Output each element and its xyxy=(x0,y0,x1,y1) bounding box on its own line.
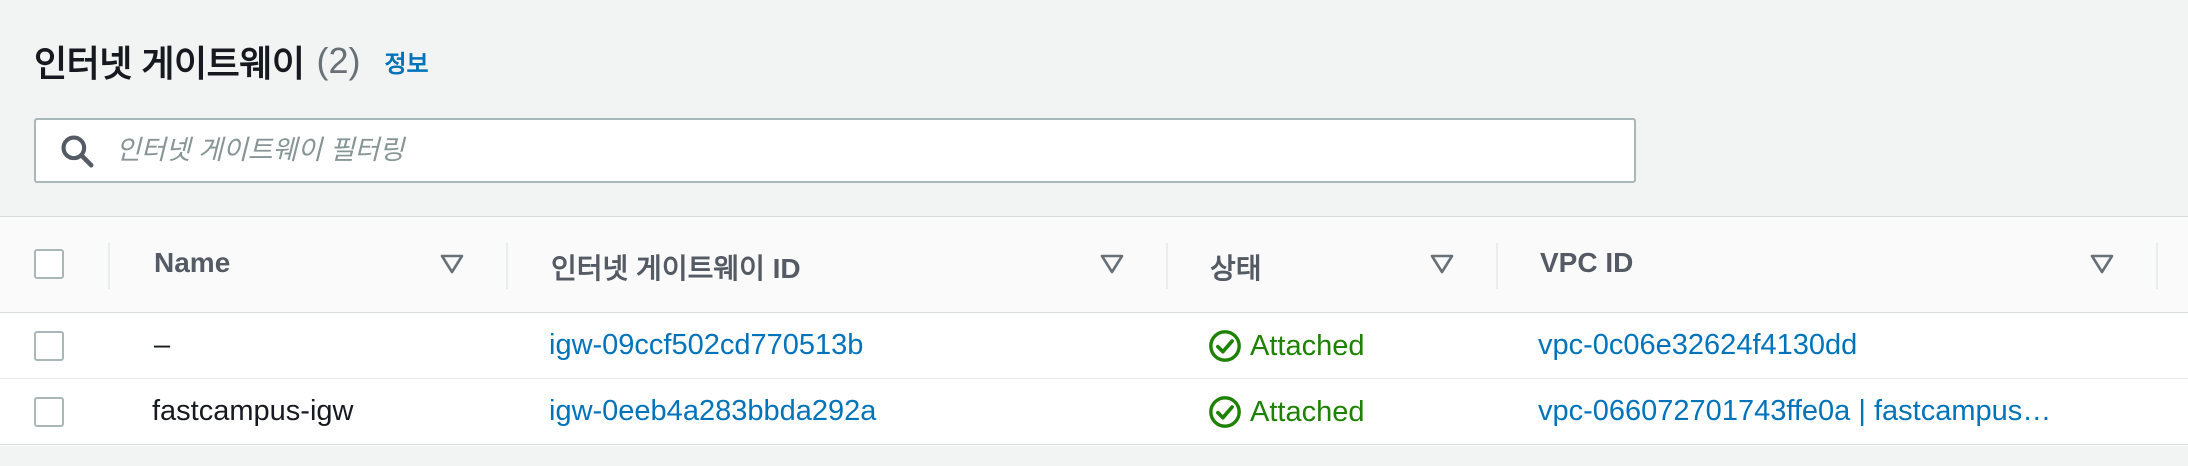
column-divider xyxy=(108,243,110,289)
sort-down-icon[interactable] xyxy=(1430,253,1454,275)
cell-igw-id-link[interactable]: igw-09ccf502cd770513b xyxy=(549,329,863,362)
column-header-igw-id[interactable]: 인터넷 게이트웨이 ID xyxy=(551,247,801,287)
select-all-checkbox[interactable] xyxy=(34,249,64,279)
cell-vpc-id-link[interactable]: vpc-066072701743ffe0a | fastcampus… xyxy=(1538,395,2051,428)
column-header-name[interactable]: Name xyxy=(154,247,230,279)
column-header-vpc-id[interactable]: VPC ID xyxy=(1540,247,1633,279)
page-title: 인터넷 게이트웨이 xyxy=(34,43,305,84)
row-checkbox[interactable] xyxy=(34,331,64,361)
table-row[interactable]: fastcampus-igw igw-0eeb4a283bbda292a Att… xyxy=(0,379,2188,445)
cell-name: – xyxy=(154,329,171,361)
cell-vpc-id-link[interactable]: vpc-0c06e32624f4130dd xyxy=(1538,329,1857,362)
column-header-status[interactable]: 상태 xyxy=(1210,247,1262,287)
table-row[interactable]: – igw-09ccf502cd770513b Attached vpc-0c0… xyxy=(0,313,2188,379)
sort-down-icon[interactable] xyxy=(440,253,464,275)
column-divider xyxy=(506,243,508,289)
info-link[interactable]: 정보 xyxy=(384,44,428,79)
page-footer-gap xyxy=(0,446,2188,466)
status-text: Attached xyxy=(1250,329,1365,362)
cell-igw-id-link[interactable]: igw-0eeb4a283bbda292a xyxy=(549,395,876,428)
table-header: Name 인터넷 게이트웨이 ID 상태 VPC ID xyxy=(0,217,2188,313)
status-text: Attached xyxy=(1250,395,1365,428)
search-input[interactable] xyxy=(96,120,1634,181)
search-bar xyxy=(34,118,1636,183)
column-divider xyxy=(1166,243,1168,289)
sort-down-icon[interactable] xyxy=(2090,253,2114,275)
cell-name: fastcampus-igw xyxy=(152,395,354,427)
column-divider xyxy=(1496,243,1498,289)
status-badge: Attached xyxy=(1208,395,1364,429)
item-count: (2) xyxy=(316,40,361,81)
status-badge: Attached xyxy=(1208,329,1364,363)
column-divider xyxy=(2156,243,2158,289)
check-circle-icon xyxy=(1209,330,1241,362)
page-header: 인터넷 게이트웨이 (2) 정보 xyxy=(34,36,429,86)
check-circle-icon xyxy=(1209,396,1241,428)
row-checkbox[interactable] xyxy=(34,397,64,427)
search-icon xyxy=(61,134,94,167)
sort-down-icon[interactable] xyxy=(1100,253,1124,275)
igw-table: Name 인터넷 게이트웨이 ID 상태 VPC ID – igw-09ccf5… xyxy=(0,216,2188,446)
